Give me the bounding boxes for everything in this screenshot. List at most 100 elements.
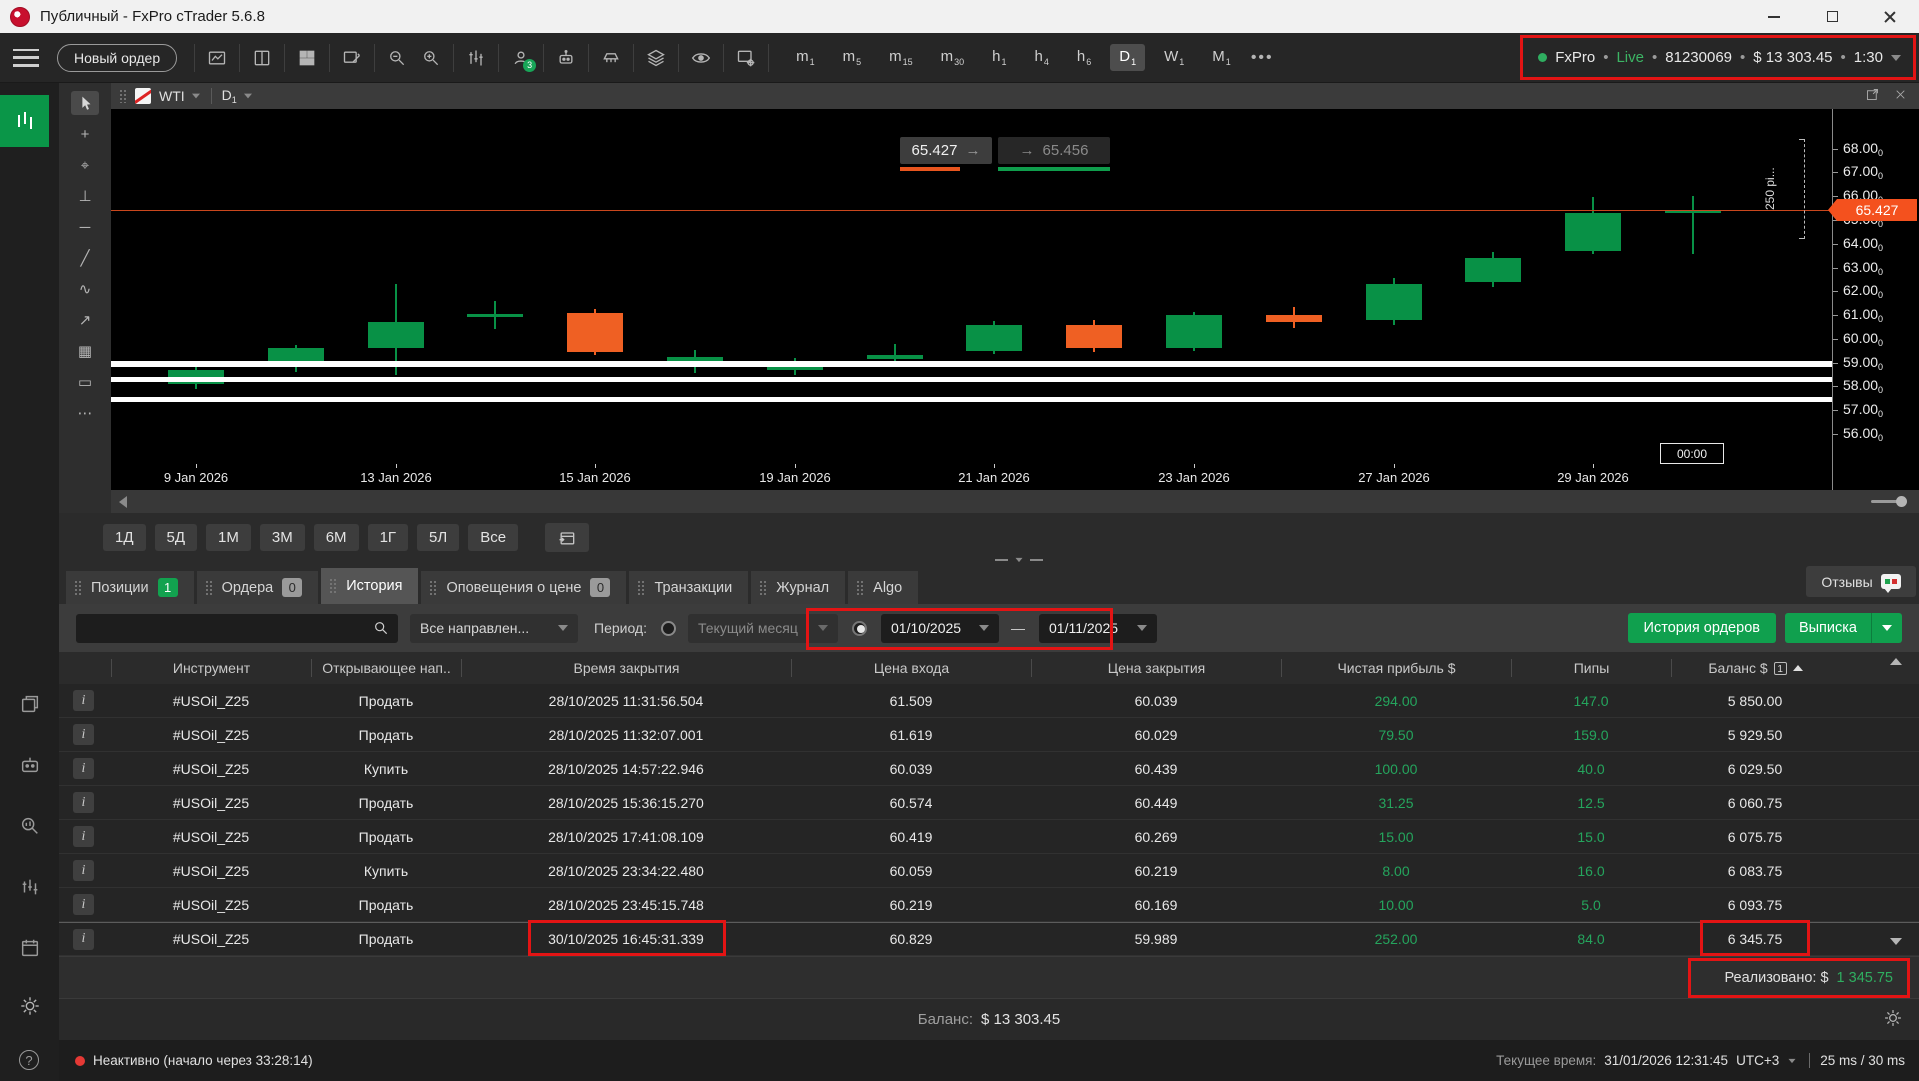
- account-selector[interactable]: FxPro • Live • 81230069 • $ 13 303.45 • …: [1498, 38, 1919, 78]
- grid-layout-icon[interactable]: [290, 41, 324, 75]
- chart-settings-icon[interactable]: [729, 41, 763, 75]
- zoom-in-icon[interactable]: [414, 41, 448, 75]
- date-from-dropdown[interactable]: 01/10/2025: [881, 614, 999, 643]
- month-preset-dropdown[interactable]: Текущий месяц: [688, 614, 838, 643]
- workspace-layout-icon[interactable]: [245, 41, 279, 75]
- close-button[interactable]: [1861, 0, 1919, 33]
- indicators-icon[interactable]: [459, 41, 493, 75]
- panel-splitter[interactable]: [995, 557, 1043, 563]
- timeframe-button-m1[interactable]: m1: [787, 44, 824, 71]
- tab-Algo[interactable]: Algo: [848, 571, 918, 604]
- more-tools-icon[interactable]: ⋯: [71, 401, 99, 425]
- rectangle-tool-icon[interactable]: ▭: [71, 370, 99, 394]
- maximize-button[interactable]: [1803, 0, 1861, 33]
- timeframe-button-M1[interactable]: M1: [1203, 44, 1240, 71]
- timezone[interactable]: UTC+3: [1736, 1053, 1779, 1068]
- column-header-7[interactable]: Пипы: [1511, 659, 1671, 677]
- crosshair-tool-icon[interactable]: +: [71, 122, 99, 146]
- range-button-Все[interactable]: Все: [468, 524, 518, 551]
- sell-quote-button[interactable]: 65.427 →: [900, 137, 992, 164]
- table-row[interactable]: i#USOil_Z25Продать28/10/2025 17:41:08.10…: [59, 820, 1919, 854]
- date-to-dropdown[interactable]: 01/11/2025: [1039, 614, 1157, 643]
- chevron-down-icon[interactable]: [192, 94, 200, 99]
- table-row[interactable]: i#USOil_Z25Купить28/10/2025 14:57:22.946…: [59, 752, 1919, 786]
- range-button-3М[interactable]: 3М: [260, 524, 305, 551]
- symbol-name[interactable]: WTI: [159, 88, 185, 104]
- drag-grip-icon[interactable]: [119, 89, 127, 103]
- arrow-tool-icon[interactable]: ↗: [71, 308, 99, 332]
- column-header-1[interactable]: Инструмент: [111, 659, 311, 677]
- sidebar-item-settings[interactable]: [17, 993, 43, 1019]
- eye-icon[interactable]: [684, 41, 718, 75]
- info-icon[interactable]: i: [73, 860, 94, 881]
- sidebar-item-copy[interactable]: [17, 691, 43, 717]
- statement-button[interactable]: Выписка: [1785, 613, 1902, 643]
- popout-chart-icon[interactable]: [1865, 87, 1880, 105]
- sidebar-item-help[interactable]: ?: [19, 1050, 39, 1070]
- info-icon[interactable]: i: [73, 792, 94, 813]
- sidebar-item-journal[interactable]: [17, 935, 43, 961]
- menu-hamburger-icon[interactable]: [13, 49, 39, 67]
- fibonacci-tool-icon[interactable]: ▦: [71, 339, 99, 363]
- chart-zoom-slider[interactable]: [1871, 500, 1905, 503]
- sidebar-item-analyze[interactable]: [17, 813, 43, 839]
- custom-range-button[interactable]: [545, 523, 589, 552]
- chart-scroll-strip[interactable]: [111, 490, 1919, 513]
- direction-filter-dropdown[interactable]: Все направлен...: [410, 614, 578, 643]
- info-icon[interactable]: i: [73, 894, 94, 915]
- sidebar-item-trade-watch[interactable]: [0, 95, 49, 147]
- timeframe-button-m15[interactable]: m15: [880, 44, 922, 71]
- range-button-5Л[interactable]: 5Л: [417, 524, 459, 551]
- sidebar-item-bots[interactable]: [17, 752, 43, 778]
- layers-icon[interactable]: [639, 41, 673, 75]
- price-axis[interactable]: 68.00067.00066.00065.00064.00063.00062.0…: [1832, 109, 1919, 490]
- chevron-down-icon[interactable]: [244, 94, 252, 99]
- tab-Транзакции[interactable]: Транзакции: [629, 571, 748, 604]
- tab-Оповещения о цене[interactable]: Оповещения о цене0: [421, 571, 626, 604]
- timeframe-button-m30[interactable]: m30: [932, 44, 974, 71]
- tab-Позиции[interactable]: Позиции1: [66, 571, 194, 604]
- range-button-6М[interactable]: 6М: [314, 524, 359, 551]
- chart-canvas[interactable]: 65.427 → → 65.456 250 pi... 00:00: [111, 109, 1832, 464]
- month-preset-radio[interactable]: [661, 621, 676, 636]
- period-selector[interactable]: D1: [222, 87, 237, 105]
- hline-tool-icon[interactable]: ─: [71, 215, 99, 239]
- minimize-button[interactable]: [1745, 0, 1803, 33]
- info-icon[interactable]: i: [73, 724, 94, 745]
- range-button-1М[interactable]: 1М: [206, 524, 251, 551]
- info-icon[interactable]: i: [73, 929, 94, 950]
- timeframe-button-W1[interactable]: W1: [1155, 44, 1193, 71]
- tab-Ордера[interactable]: Ордера0: [197, 571, 319, 604]
- community-icon[interactable]: 3: [504, 41, 538, 75]
- sidebar-item-markets[interactable]: [17, 874, 43, 900]
- table-row[interactable]: i#USOil_Z25Продать28/10/2025 15:36:15.27…: [59, 786, 1919, 820]
- builder-icon[interactable]: [594, 41, 628, 75]
- info-icon[interactable]: i: [73, 690, 94, 711]
- scroll-down-icon[interactable]: [1890, 938, 1902, 945]
- info-icon[interactable]: i: [73, 758, 94, 779]
- bots-icon[interactable]: [549, 41, 583, 75]
- timeframe-button-m5[interactable]: m5: [834, 44, 871, 71]
- panel-settings-icon[interactable]: [1883, 1008, 1903, 1032]
- column-header-3[interactable]: Время закрытия: [461, 659, 791, 677]
- timeframe-button-h1[interactable]: h1: [983, 44, 1015, 71]
- table-row[interactable]: i#USOil_Z25Продать28/10/2025 23:45:15.74…: [59, 888, 1919, 922]
- order-history-button[interactable]: История ордеров: [1628, 613, 1776, 643]
- column-header-2[interactable]: Открывающее нап..: [311, 659, 461, 677]
- column-header-5[interactable]: Цена закрытия: [1031, 659, 1281, 677]
- chart-edit-icon[interactable]: [335, 41, 369, 75]
- info-icon[interactable]: i: [73, 826, 94, 847]
- column-header-8[interactable]: Баланс $1: [1671, 659, 1839, 677]
- close-chart-icon[interactable]: [1894, 88, 1907, 104]
- wave-tool-icon[interactable]: ∿: [71, 277, 99, 301]
- time-axis[interactable]: 9 Jan 202613 Jan 202615 Jan 202619 Jan 2…: [111, 464, 1832, 490]
- custom-range-radio[interactable]: [852, 621, 867, 636]
- timeframe-button-h6[interactable]: h6: [1068, 44, 1100, 71]
- range-button-5Д[interactable]: 5Д: [155, 524, 198, 551]
- timeframe-button-D1[interactable]: D1: [1110, 44, 1145, 71]
- chart-window-icon[interactable]: [200, 41, 234, 75]
- target-tool-icon[interactable]: ⌖: [71, 153, 99, 177]
- search-input[interactable]: [76, 614, 398, 643]
- scroll-left-icon[interactable]: [119, 496, 127, 508]
- anchor-tool-icon[interactable]: ⊥: [71, 184, 99, 208]
